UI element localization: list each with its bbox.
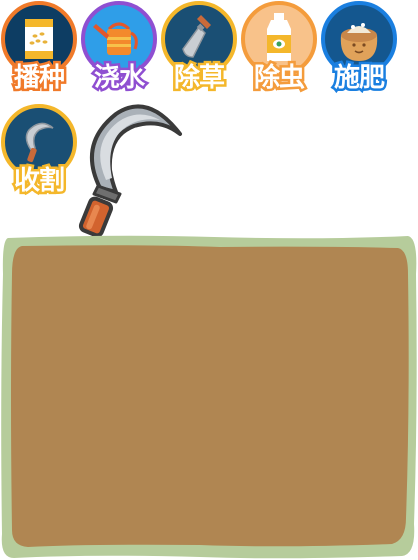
tool-harvest-button[interactable]: 收割 xyxy=(0,103,78,203)
tool-sow-button[interactable]: 播种 xyxy=(0,0,78,100)
sickle-cursor-icon[interactable] xyxy=(76,98,188,238)
tool-fertilize-label: 施肥 xyxy=(331,61,387,96)
tool-fertilize-button[interactable]: 施肥 xyxy=(320,0,398,100)
tool-sow-label: 播种 xyxy=(11,61,67,96)
tool-water-button[interactable]: 浇水 xyxy=(80,0,158,100)
tool-pest-label: 除虫 xyxy=(251,61,307,96)
tool-weed-button[interactable]: 除草 xyxy=(160,0,238,100)
tool-weed-label: 除草 xyxy=(171,61,227,96)
tool-harvest-label: 收割 xyxy=(11,164,67,199)
tool-pest-button[interactable]: 除虫 xyxy=(240,0,318,100)
tool-water-label: 浇水 xyxy=(91,61,147,96)
soil-field[interactable] xyxy=(0,234,418,560)
